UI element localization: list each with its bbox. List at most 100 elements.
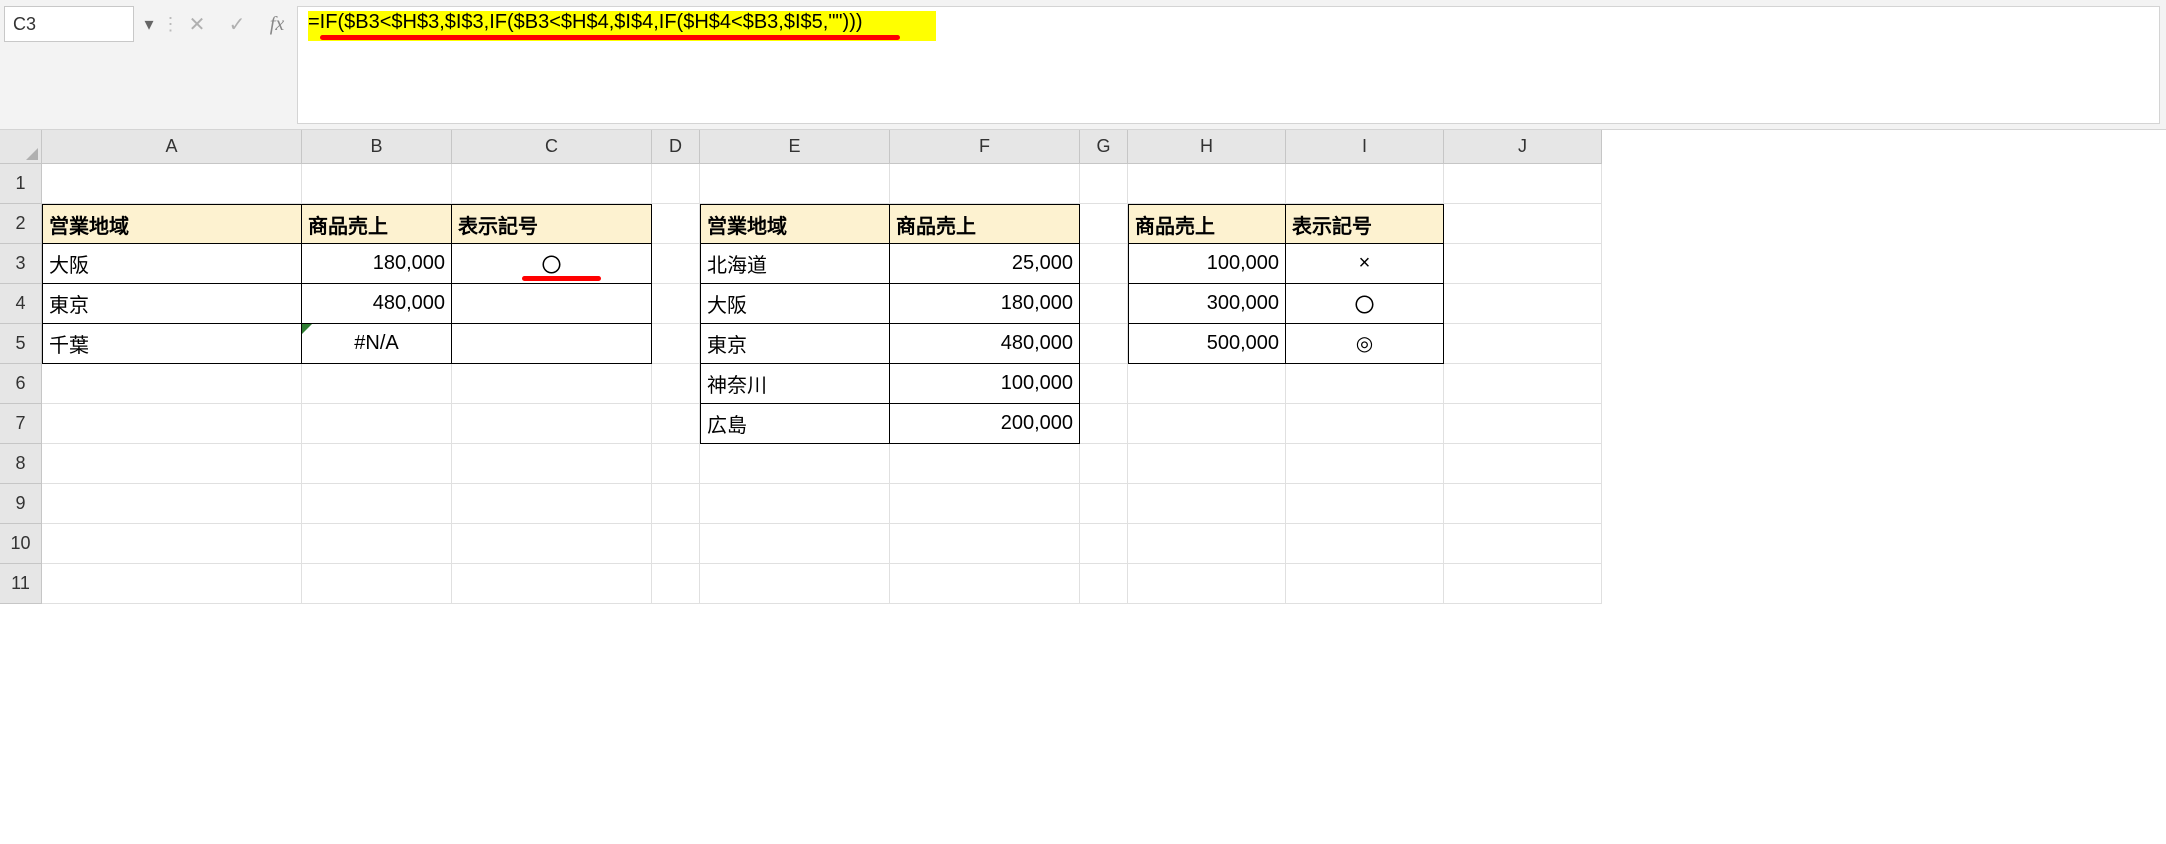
cell-I5[interactable]: ◎ [1286,324,1444,364]
cell-G1[interactable] [1080,164,1128,204]
cell-C2[interactable]: 表示記号 [452,204,652,244]
cancel-formula-button[interactable]: ✕ [177,0,217,48]
cell-F7[interactable]: 200,000 [890,404,1080,444]
cell-C9[interactable] [452,484,652,524]
cell-A9[interactable] [42,484,302,524]
cell-F5[interactable]: 480,000 [890,324,1080,364]
cell-I2[interactable]: 表示記号 [1286,204,1444,244]
cell-J3[interactable] [1444,244,1602,284]
cell-C7[interactable] [452,404,652,444]
cell-D1[interactable] [652,164,700,204]
cell-D3[interactable] [652,244,700,284]
cell-F9[interactable] [890,484,1080,524]
cell-I1[interactable] [1286,164,1444,204]
cell-H11[interactable] [1128,564,1286,604]
cell-D6[interactable] [652,364,700,404]
cell-E7[interactable]: 広島 [700,404,890,444]
cell-E3[interactable]: 北海道 [700,244,890,284]
cell-C6[interactable] [452,364,652,404]
cell-E9[interactable] [700,484,890,524]
row-header-3[interactable]: 3 [0,244,42,284]
cell-B2[interactable]: 商品売上 [302,204,452,244]
cell-J10[interactable] [1444,524,1602,564]
cell-C5[interactable] [452,324,652,364]
column-header-C[interactable]: C [452,130,652,164]
cell-G11[interactable] [1080,564,1128,604]
cell-E1[interactable] [700,164,890,204]
row-header-5[interactable]: 5 [0,324,42,364]
cell-I10[interactable] [1286,524,1444,564]
cell-J8[interactable] [1444,444,1602,484]
row-header-9[interactable]: 9 [0,484,42,524]
cell-H10[interactable] [1128,524,1286,564]
cell-H3[interactable]: 100,000 [1128,244,1286,284]
cell-G9[interactable] [1080,484,1128,524]
row-header-11[interactable]: 11 [0,564,42,604]
row-header-2[interactable]: 2 [0,204,42,244]
cell-H7[interactable] [1128,404,1286,444]
cell-I7[interactable] [1286,404,1444,444]
cell-B8[interactable] [302,444,452,484]
cell-I6[interactable] [1286,364,1444,404]
cell-F11[interactable] [890,564,1080,604]
row-header-6[interactable]: 6 [0,364,42,404]
cell-J2[interactable] [1444,204,1602,244]
cell-I3[interactable]: × [1286,244,1444,284]
cell-H5[interactable]: 500,000 [1128,324,1286,364]
cell-F8[interactable] [890,444,1080,484]
cell-G6[interactable] [1080,364,1128,404]
row-header-7[interactable]: 7 [0,404,42,444]
cell-H6[interactable] [1128,364,1286,404]
column-header-H[interactable]: H [1128,130,1286,164]
cell-B11[interactable] [302,564,452,604]
cell-B1[interactable] [302,164,452,204]
column-header-G[interactable]: G [1080,130,1128,164]
cell-D8[interactable] [652,444,700,484]
cell-E11[interactable] [700,564,890,604]
cell-A5[interactable]: 千葉 [42,324,302,364]
enter-formula-button[interactable]: ✓ [217,0,257,48]
column-header-F[interactable]: F [890,130,1080,164]
cell-A10[interactable] [42,524,302,564]
cell-C11[interactable] [452,564,652,604]
cell-G2[interactable] [1080,204,1128,244]
cell-F1[interactable] [890,164,1080,204]
cell-G10[interactable] [1080,524,1128,564]
cell-J4[interactable] [1444,284,1602,324]
cell-C1[interactable] [452,164,652,204]
cell-H1[interactable] [1128,164,1286,204]
cell-D7[interactable] [652,404,700,444]
cell-A4[interactable]: 東京 [42,284,302,324]
cell-D11[interactable] [652,564,700,604]
formula-input[interactable]: =IF($B3<$H$3,$I$3,IF($B3<$H$4,$I$4,IF($H… [297,6,2160,124]
row-header-8[interactable]: 8 [0,444,42,484]
cell-F10[interactable] [890,524,1080,564]
cell-H8[interactable] [1128,444,1286,484]
cell-H4[interactable]: 300,000 [1128,284,1286,324]
cell-B9[interactable] [302,484,452,524]
cell-A7[interactable] [42,404,302,444]
cell-B3[interactable]: 180,000 [302,244,452,284]
cell-J5[interactable] [1444,324,1602,364]
cell-E4[interactable]: 大阪 [700,284,890,324]
column-header-E[interactable]: E [700,130,890,164]
cell-J6[interactable] [1444,364,1602,404]
cell-E5[interactable]: 東京 [700,324,890,364]
cell-J1[interactable] [1444,164,1602,204]
row-header-1[interactable]: 1 [0,164,42,204]
cell-H9[interactable] [1128,484,1286,524]
cell-D10[interactable] [652,524,700,564]
cell-J7[interactable] [1444,404,1602,444]
select-all-corner[interactable] [0,130,42,164]
cell-G5[interactable] [1080,324,1128,364]
cell-C10[interactable] [452,524,652,564]
cell-D2[interactable] [652,204,700,244]
cell-I8[interactable] [1286,444,1444,484]
cell-D4[interactable] [652,284,700,324]
column-header-D[interactable]: D [652,130,700,164]
row-header-10[interactable]: 10 [0,524,42,564]
cell-F6[interactable]: 100,000 [890,364,1080,404]
cell-D9[interactable] [652,484,700,524]
cell-B10[interactable] [302,524,452,564]
cell-I11[interactable] [1286,564,1444,604]
